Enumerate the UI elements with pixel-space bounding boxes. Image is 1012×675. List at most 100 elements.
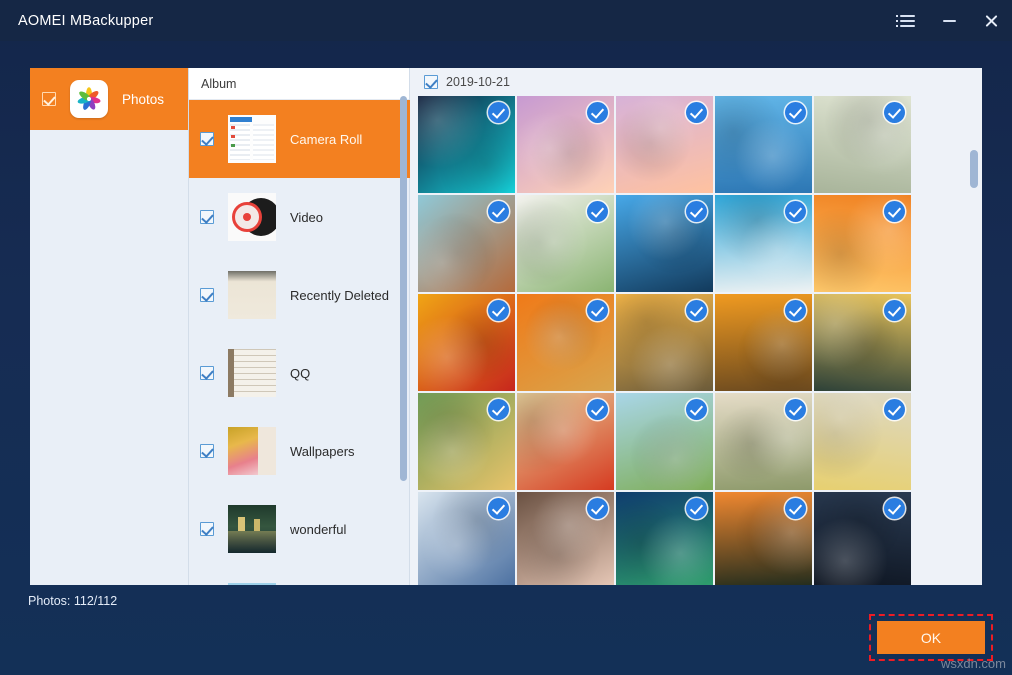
photo-select-checkmark[interactable] (785, 102, 806, 123)
photo-thumbnail[interactable] (715, 492, 812, 585)
album-list-item[interactable] (189, 568, 411, 585)
album-item-label: QQ (290, 366, 310, 381)
photo-thumbnail[interactable] (814, 294, 911, 391)
photo-select-checkmark[interactable] (587, 300, 608, 321)
date-group-checkbox[interactable] (424, 75, 438, 89)
list-icon (900, 15, 915, 27)
title-bar: AOMEI MBackupper (0, 0, 1012, 41)
album-item-checkbox[interactable] (200, 522, 214, 536)
album-scrollbar-thumb[interactable] (400, 96, 407, 481)
ok-button[interactable]: OK (877, 621, 985, 654)
photo-select-checkmark[interactable] (488, 102, 509, 123)
photo-select-checkmark[interactable] (884, 498, 905, 519)
photo-thumbnail[interactable] (616, 195, 713, 292)
photo-thumbnail[interactable] (616, 294, 713, 391)
photo-select-checkmark[interactable] (587, 102, 608, 123)
album-list-item[interactable]: QQ (189, 334, 411, 412)
photo-thumbnail[interactable] (418, 294, 515, 391)
album-item-thumbnail (228, 427, 276, 475)
photo-thumbnail[interactable] (418, 492, 515, 585)
album-item-checkbox[interactable] (200, 444, 214, 458)
album-list-item[interactable]: Wallpapers (189, 412, 411, 490)
source-column: Photos (30, 68, 188, 585)
menu-list-button[interactable] (886, 0, 928, 41)
photo-select-checkmark[interactable] (488, 498, 509, 519)
photo-select-checkmark[interactable] (587, 201, 608, 222)
watermark: wsxdn.com (941, 656, 1006, 671)
album-item-label: wonderful (290, 522, 346, 537)
status-text: Photos: 112/112 (28, 594, 117, 608)
album-item-thumbnail (228, 583, 276, 585)
photo-select-checkmark[interactable] (884, 102, 905, 123)
photo-thumbnail[interactable] (517, 294, 614, 391)
photos-app-icon (70, 80, 108, 118)
album-item-thumbnail (228, 115, 276, 163)
photo-thumbnail[interactable] (814, 96, 911, 193)
album-item-thumbnail (228, 349, 276, 397)
minimize-button[interactable] (928, 0, 970, 41)
photo-thumbnail[interactable] (616, 393, 713, 490)
photo-thumbnail[interactable] (418, 96, 515, 193)
photo-select-checkmark[interactable] (785, 399, 806, 420)
album-item-checkbox[interactable] (200, 210, 214, 224)
close-button[interactable] (970, 0, 1012, 41)
minimize-icon (943, 20, 956, 22)
album-item-checkbox[interactable] (200, 366, 214, 380)
date-group-header[interactable]: 2019-10-21 (410, 68, 982, 96)
ok-button-annotation: OK (869, 614, 993, 661)
photo-select-checkmark[interactable] (686, 201, 707, 222)
album-item-thumbnail (228, 271, 276, 319)
album-item-thumbnail (228, 505, 276, 553)
sidebar-item-photos[interactable]: Photos (30, 68, 188, 130)
photo-thumbnail[interactable] (517, 195, 614, 292)
photo-select-checkmark[interactable] (587, 498, 608, 519)
album-list-item[interactable]: Recently Deleted (189, 256, 411, 334)
photo-grid-scrollbar-thumb[interactable] (970, 150, 978, 188)
album-list-item[interactable]: Video (189, 178, 411, 256)
photo-thumbnail[interactable] (418, 393, 515, 490)
photo-thumbnail[interactable] (517, 96, 614, 193)
photos-checkbox[interactable] (42, 92, 56, 106)
album-list[interactable]: Camera Roll Video Recently Deleted QQ Wallpa… (189, 100, 411, 585)
photo-grid-column: 2019-10-21 (410, 68, 982, 585)
album-list-item[interactable]: Camera Roll (189, 100, 411, 178)
photo-select-checkmark[interactable] (587, 399, 608, 420)
app-title: AOMEI MBackupper (18, 13, 153, 29)
album-item-checkbox[interactable] (200, 288, 214, 302)
photo-thumbnail[interactable] (616, 96, 713, 193)
photo-select-checkmark[interactable] (785, 498, 806, 519)
photo-thumbnail[interactable] (517, 492, 614, 585)
photo-select-checkmark[interactable] (884, 399, 905, 420)
photo-select-checkmark[interactable] (785, 300, 806, 321)
photo-thumbnail[interactable] (517, 393, 614, 490)
photo-thumbnail[interactable] (814, 492, 911, 585)
photo-select-checkmark[interactable] (488, 300, 509, 321)
album-header: Album (189, 68, 409, 100)
photo-select-checkmark[interactable] (488, 201, 509, 222)
photo-thumbnail[interactable] (616, 492, 713, 585)
photo-select-checkmark[interactable] (488, 399, 509, 420)
photo-thumbnail[interactable] (814, 393, 911, 490)
album-item-label: Wallpapers (290, 444, 355, 459)
close-icon (984, 13, 999, 28)
date-group-label: 2019-10-21 (446, 75, 510, 89)
sidebar-item-label: Photos (122, 92, 164, 107)
album-list-item[interactable]: wonderful (189, 490, 411, 568)
photo-thumbnail[interactable] (715, 96, 812, 193)
photo-thumbnail[interactable] (418, 195, 515, 292)
photo-thumbnail[interactable] (715, 195, 812, 292)
photo-select-checkmark[interactable] (785, 201, 806, 222)
photo-select-checkmark[interactable] (686, 498, 707, 519)
photo-select-checkmark[interactable] (884, 300, 905, 321)
album-item-thumbnail (228, 193, 276, 241)
photo-select-checkmark[interactable] (686, 300, 707, 321)
album-item-label: Video (290, 210, 323, 225)
photo-select-checkmark[interactable] (686, 399, 707, 420)
photo-select-checkmark[interactable] (686, 102, 707, 123)
album-item-checkbox[interactable] (200, 132, 214, 146)
app-window: AOMEI MBackupper (0, 0, 1012, 675)
photo-select-checkmark[interactable] (884, 201, 905, 222)
photo-thumbnail[interactable] (715, 294, 812, 391)
photo-thumbnail[interactable] (814, 195, 911, 292)
photo-thumbnail[interactable] (715, 393, 812, 490)
